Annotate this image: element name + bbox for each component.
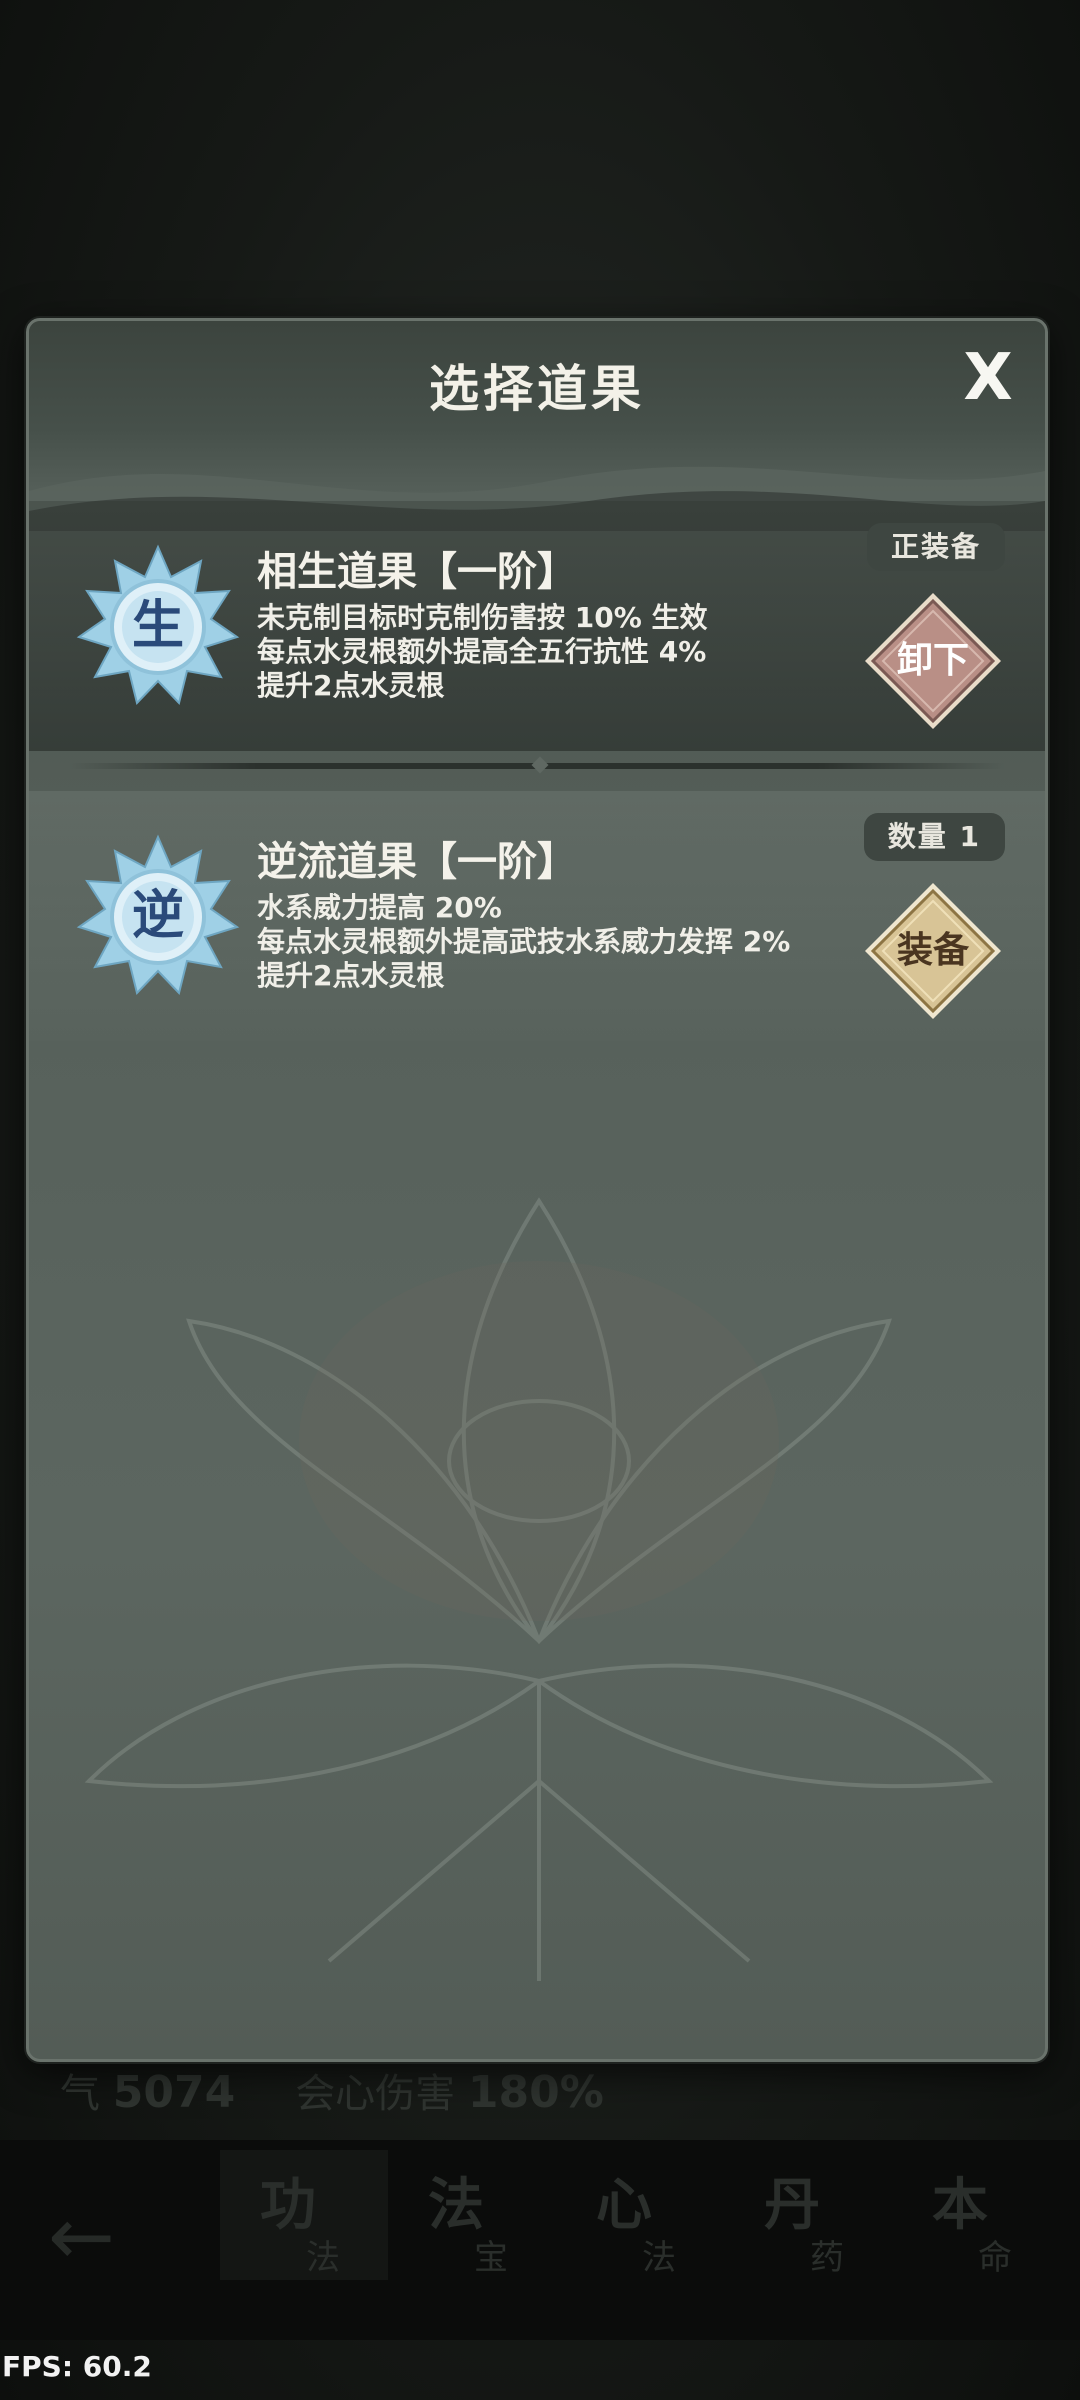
tab-fabao: 法 宝 — [388, 2150, 556, 2280]
description-line: 水系威力提高 20% — [257, 891, 502, 924]
tab-gongfa-small: 法 — [306, 2238, 340, 2278]
quantity-badge: 数量 1 — [863, 813, 1005, 861]
background-stat-1-label: 气 — [60, 2071, 100, 2117]
tab-fabao-small: 宝 — [474, 2238, 508, 2278]
tab-benming-big: 本 — [932, 2173, 988, 2238]
description-line: 提升2点水灵根 — [257, 959, 445, 992]
item-description: 未克制目标时克制伤害按 10% 生效 每点水灵根额外提高全五行抗性 4% 提升2… — [257, 601, 708, 703]
unequip-button[interactable]: 卸下 — [863, 591, 1003, 731]
background-stat-1: 气 5074 — [60, 2061, 235, 2119]
orb-glyph: 逆 — [131, 886, 184, 946]
tab-benming: 本 命 — [892, 2150, 1060, 2280]
description-line: 未克制目标时克制伤害按 10% 生效 — [257, 601, 708, 634]
background-tabs: 功 法 法 宝 心 法 丹 药 本 命 — [220, 2150, 1060, 2280]
divider-ornament — [531, 756, 549, 774]
unequip-button-label: 卸下 — [896, 640, 969, 681]
equipped-status-badge: 正装备 — [866, 523, 1005, 571]
lotus-background-icon — [84, 1197, 994, 1981]
equip-button[interactable]: 装备 — [863, 881, 1003, 1021]
item-description: 水系威力提高 20% 每点水灵根额外提高武技水系威力发挥 2% 提升2点水灵根 — [257, 891, 790, 993]
tab-xinfa-small: 法 — [642, 2238, 676, 2278]
select-daoguo-dialog: 选择道果 X 生 相生道果【一阶】 未克制目标时克制伤害按 10% 生效 每点水… — [26, 318, 1048, 2062]
tab-gongfa-big: 功 — [260, 2173, 316, 2238]
background-stat-2-label: 会心伤害 — [295, 2071, 456, 2117]
background-stat-1-value: 5074 — [112, 2067, 236, 2118]
background-stat-2: 会心伤害 180% — [295, 2061, 604, 2119]
orb-glyph: 生 — [131, 596, 184, 656]
tab-benming-small: 命 — [978, 2238, 1012, 2278]
background-stats: 气 5074 会心伤害 180% — [60, 2060, 1020, 2120]
item-name: 逆流道果【一阶】 — [257, 839, 577, 885]
screen: 气 5074 会心伤害 180% ← 功 法 法 宝 心 法 丹 药 本 命 选… — [0, 0, 1080, 2400]
daoguo-item-niliu[interactable]: 逆 逆流道果【一阶】 水系威力提高 20% 每点水灵根额外提高武技水系威力发挥 … — [29, 791, 1045, 1041]
tab-danyao-big: 丹 — [764, 2173, 820, 2238]
tab-fabao-big: 法 — [428, 2173, 484, 2238]
background-stat-2-value: 180% — [467, 2067, 604, 2118]
description-line: 提升2点水灵根 — [257, 669, 445, 702]
description-line: 每点水灵根额外提高全五行抗性 4% — [257, 635, 707, 668]
tab-danyao-small: 药 — [810, 2238, 844, 2278]
back-arrow-icon: ← — [48, 2190, 116, 2283]
dialog-title: 选择道果 — [429, 360, 645, 418]
tab-gongfa: 功 法 — [220, 2150, 388, 2280]
equip-button-label: 装备 — [896, 930, 969, 971]
description-line: 每点水灵根额外提高武技水系威力发挥 2% — [257, 925, 791, 958]
tab-danyao: 丹 药 — [724, 2150, 892, 2280]
tab-xinfa: 心 法 — [556, 2150, 724, 2280]
fps-counter: FPS: 60.2 — [2, 2350, 152, 2383]
item-name: 相生道果【一阶】 — [257, 549, 577, 595]
close-button[interactable]: X — [953, 343, 1023, 413]
tab-xinfa-big: 心 — [596, 2173, 652, 2238]
daoguo-item-xiangsheng[interactable]: 生 相生道果【一阶】 未克制目标时克制伤害按 10% 生效 每点水灵根额外提高全… — [29, 501, 1045, 751]
